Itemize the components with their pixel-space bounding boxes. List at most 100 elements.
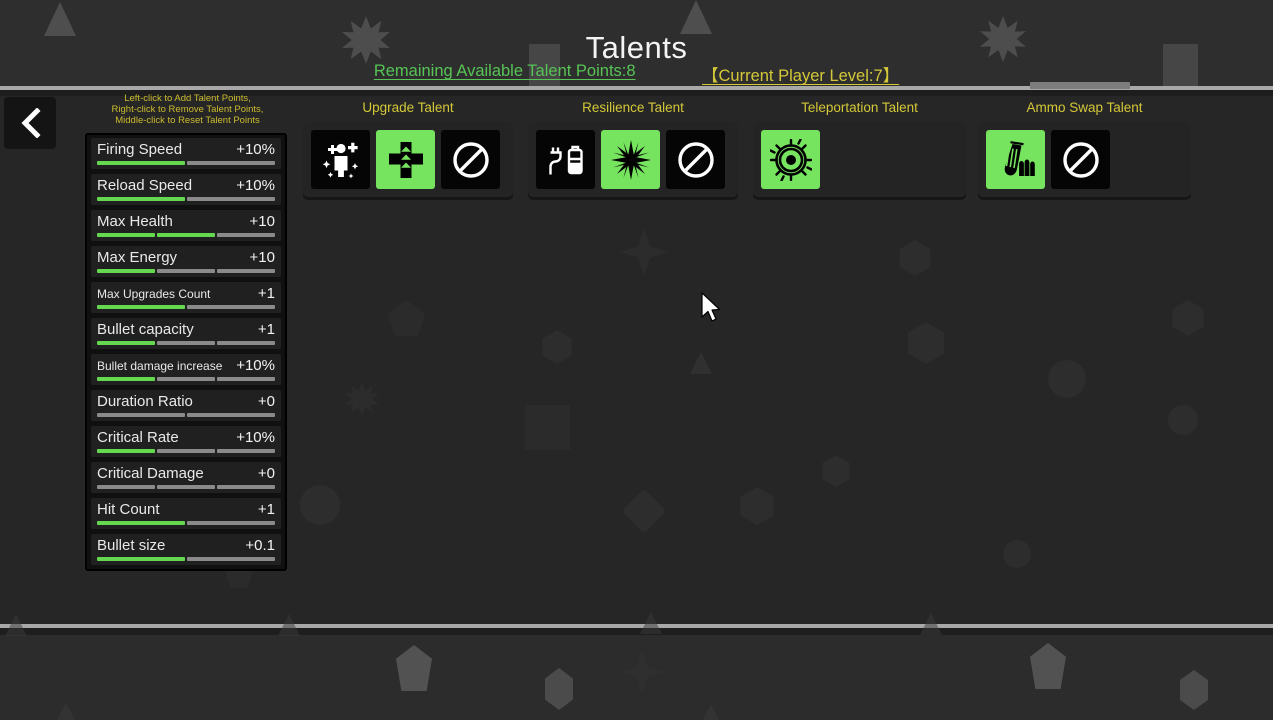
stat-name: Duration Ratio [97, 393, 193, 410]
spiked-ring-icon [769, 138, 812, 181]
talent-slot[interactable] [441, 130, 500, 189]
stat-name: Max Energy [97, 249, 178, 266]
stat-row[interactable]: Critical Damage +0 [91, 462, 281, 493]
talent-slot[interactable] [601, 130, 660, 189]
progress-segment [97, 521, 185, 525]
progress-segment [187, 413, 275, 417]
progress-segment [217, 269, 275, 273]
talent-category-title: Upgrade Talent [362, 100, 454, 115]
prohibited-icon [675, 139, 717, 181]
talent-slot[interactable] [1051, 130, 1110, 189]
progress-segment [97, 485, 155, 489]
stat-value: +10 [249, 249, 275, 266]
chevron-left-icon [17, 108, 43, 138]
talent-slot-panel [978, 122, 1191, 197]
talent-category-title: Teleportation Talent [801, 100, 918, 115]
stat-row[interactable]: Firing Speed +10% [91, 138, 281, 169]
mouse-cursor [700, 292, 722, 329]
stat-value: +1 [257, 501, 275, 518]
talent-slot[interactable] [761, 130, 820, 189]
stat-progress-bar [97, 305, 275, 309]
stat-name: Bullet damage increase [97, 359, 223, 373]
stat-name: Hit Count [97, 501, 160, 518]
prohibited-icon [1060, 139, 1102, 181]
stat-value: +0 [257, 393, 275, 410]
stat-row[interactable]: Max Energy +10 [91, 246, 281, 277]
talents-screen: Talents Remaining Available Talent Point… [0, 0, 1273, 720]
progress-segment [217, 233, 275, 237]
hint-line-1: Left-click to Add Talent Points, [124, 93, 251, 104]
talent-slot[interactable] [536, 130, 595, 189]
progress-segment [157, 377, 215, 381]
talent-slot[interactable] [986, 130, 1045, 189]
sparkle-person-icon [320, 139, 362, 181]
stat-name: Firing Speed [97, 141, 183, 158]
stat-name: Bullet capacity [97, 321, 194, 338]
stat-progress-bar [97, 197, 275, 201]
progress-segment [97, 233, 155, 237]
stat-name: Reload Speed [97, 177, 193, 194]
page-title: Talents [585, 30, 688, 65]
talent-category-title: Ammo Swap Talent [1026, 100, 1143, 115]
progress-segment [187, 197, 275, 201]
talent-slot[interactable] [666, 130, 725, 189]
progress-segment [217, 449, 275, 453]
stat-value: +10 [249, 213, 275, 230]
progress-segment [217, 377, 275, 381]
talent-category-title: Resilience Talent [582, 100, 684, 115]
back-button[interactable] [4, 97, 56, 149]
plug-battery-icon [545, 139, 587, 181]
stat-row[interactable]: Max Health +10 [91, 210, 281, 241]
talent-point-hints: Left-click to Add Talent Points, Right-c… [85, 93, 290, 126]
stat-name: Critical Damage [97, 465, 204, 482]
progress-segment [157, 485, 215, 489]
stat-value: +10% [236, 177, 275, 194]
talent-slot[interactable] [311, 130, 370, 189]
stat-value: +10% [236, 357, 275, 374]
stat-row[interactable]: Bullet capacity +1 [91, 318, 281, 349]
progress-segment [97, 449, 155, 453]
stat-value: +10% [236, 429, 275, 446]
stat-progress-bar [97, 377, 275, 381]
progress-segment [157, 233, 215, 237]
progress-segment [97, 341, 155, 345]
hint-line-2: Right-click to Remove Talent Points, [111, 104, 264, 115]
stat-progress-bar [97, 269, 275, 273]
progress-segment [217, 341, 275, 345]
starburst-icon [610, 139, 652, 181]
progress-segment [217, 485, 275, 489]
stat-progress-bar [97, 161, 275, 165]
progress-segment [97, 197, 185, 201]
header-stats: Remaining Available Talent Points:8 【Cur… [0, 62, 1273, 86]
progress-segment [97, 161, 185, 165]
remaining-talent-points: Remaining Available Talent Points:8 [373, 62, 636, 80]
stat-progress-bar [97, 341, 275, 345]
talent-stat-list: Firing Speed +10% Reload Speed +10% Max Heal… [85, 133, 287, 571]
stat-progress-bar [97, 413, 275, 417]
talent-slot-panel [528, 122, 738, 197]
stat-row[interactable]: Critical Rate +10% [91, 426, 281, 457]
talent-slot-panel [753, 122, 966, 197]
stat-name: Max Health [97, 213, 173, 230]
progress-segment [97, 377, 155, 381]
stat-row[interactable]: Duration Ratio +0 [91, 390, 281, 421]
hint-line-3: Middle-click to Reset Talent Points [115, 115, 260, 126]
stat-name: Bullet size [97, 537, 166, 554]
progress-segment [157, 269, 215, 273]
stat-progress-bar [97, 233, 275, 237]
progress-segment [97, 557, 185, 561]
stat-progress-bar [97, 485, 275, 489]
stat-value: +10% [236, 141, 275, 158]
progress-segment [187, 305, 275, 309]
stat-name: Critical Rate [97, 429, 179, 446]
stat-row[interactable]: Max Upgrades Count +1 [91, 282, 281, 313]
stat-progress-bar [97, 449, 275, 453]
stat-row[interactable]: Bullet damage increase +10% [91, 354, 281, 385]
stat-row[interactable]: Reload Speed +10% [91, 174, 281, 205]
stat-value: +0.1 [245, 537, 275, 554]
stat-row[interactable]: Hit Count +1 [91, 498, 281, 529]
magazine-bullets-icon [995, 139, 1037, 181]
talent-slot[interactable] [376, 130, 435, 189]
progress-segment [157, 449, 215, 453]
stat-row[interactable]: Bullet size +0.1 [91, 534, 281, 565]
